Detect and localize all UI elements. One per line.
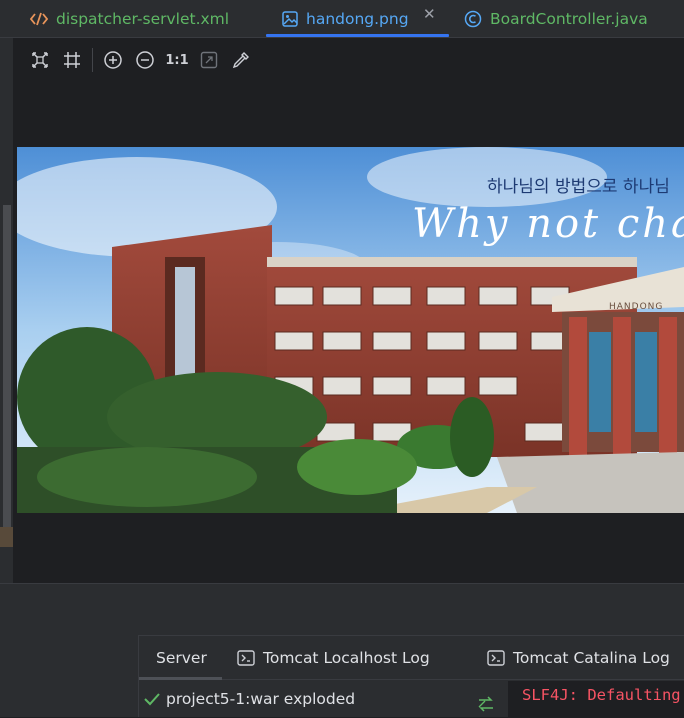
tool-window-divider xyxy=(0,583,684,635)
fit-zoom-to-window-button[interactable] xyxy=(193,45,225,75)
redeploy-icon[interactable] xyxy=(476,694,496,718)
active-services-tab-indicator xyxy=(139,677,222,680)
color-picker-button[interactable] xyxy=(225,45,257,75)
check-icon xyxy=(144,692,160,706)
show-grid-button[interactable] xyxy=(56,45,88,75)
zoom-in-icon xyxy=(104,51,122,69)
tab-label: Server xyxy=(156,648,207,667)
fit-icon xyxy=(32,52,48,68)
handong-image: 하나님의 방법으로 하나님 Why not cha HANDONG xyxy=(17,147,684,513)
scrollbar-marker xyxy=(0,527,13,547)
zoom-out-icon xyxy=(136,51,154,69)
deployment-row[interactable]: project5-1:war exploded xyxy=(139,681,508,717)
zoom-to-fit-button[interactable] xyxy=(24,45,56,75)
services-tabs: Server Tomcat Localhost Log Tomcat Catal… xyxy=(139,636,684,680)
services-tree-panel xyxy=(0,635,139,717)
console-line: SLF4J: Defaulting xyxy=(522,686,681,704)
tab-label: dispatcher-servlet.xml xyxy=(56,9,230,28)
java-class-icon xyxy=(464,10,482,28)
tab-tomcat-catalina-log[interactable]: Tomcat Catalina Log xyxy=(487,636,670,679)
tab-label: Tomcat Catalina Log xyxy=(513,648,670,667)
tab-label: Tomcat Localhost Log xyxy=(263,648,430,667)
terminal-icon xyxy=(237,649,255,666)
scrollbar-thumb[interactable] xyxy=(3,205,11,527)
terminal-icon xyxy=(487,649,505,666)
eyedropper-icon xyxy=(232,52,249,69)
grid-icon xyxy=(64,52,80,68)
tab-label: handong.png xyxy=(306,9,409,28)
actual-size-label: 1:1 xyxy=(165,52,189,68)
console-output: SLF4J: Defaulting xyxy=(508,681,684,717)
tab-server[interactable]: Server xyxy=(156,636,207,679)
tab-tomcat-localhost-log[interactable]: Tomcat Localhost Log xyxy=(237,636,430,679)
image-file-icon xyxy=(282,10,298,27)
tab-handong-png[interactable]: handong.png xyxy=(282,0,409,37)
fit-window-icon xyxy=(200,51,218,69)
close-tab-icon[interactable]: ✕ xyxy=(423,5,436,23)
actual-size-button[interactable]: 1:1 xyxy=(161,45,193,75)
zoom-in-button[interactable] xyxy=(97,45,129,75)
korean-slogan: 하나님의 방법으로 하나님 xyxy=(487,177,670,197)
tab-label: BoardController.java xyxy=(490,9,648,28)
toolbar-separator xyxy=(92,48,93,72)
building-sign: HANDONG xyxy=(609,302,663,312)
tab-board-controller[interactable]: BoardController.java xyxy=(464,0,648,37)
deployment-label: project5-1:war exploded xyxy=(166,690,356,708)
xml-file-icon xyxy=(30,11,48,27)
active-tab-indicator xyxy=(266,34,449,37)
image-viewer-toolbar: 1:1 xyxy=(24,45,257,75)
zoom-out-button[interactable] xyxy=(129,45,161,75)
why-not-slogan: Why not cha xyxy=(412,201,684,247)
tab-dispatcher-servlet[interactable]: dispatcher-servlet.xml xyxy=(30,0,229,37)
